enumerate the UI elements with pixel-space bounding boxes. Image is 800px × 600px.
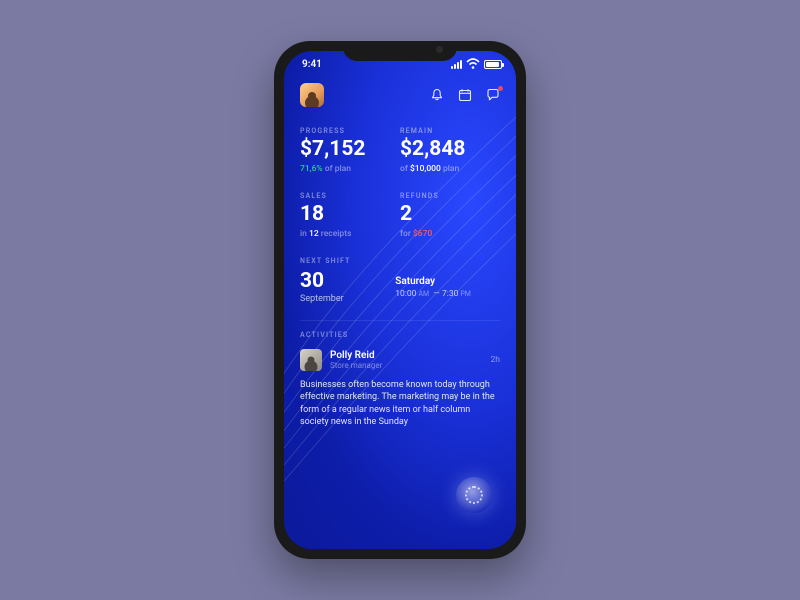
phone-frame: 9:41 <box>274 41 526 559</box>
activity-name: Polly Reid <box>330 350 382 361</box>
notification-dot <box>498 86 503 91</box>
shift-weekday: Saturday <box>395 276 500 287</box>
progress-label: PROGRESS <box>300 127 400 135</box>
refunds-sub: for $670 <box>400 229 500 239</box>
activity-role: Store manager <box>330 361 382 370</box>
top-bar <box>300 83 500 107</box>
calendar-icon[interactable] <box>458 88 472 102</box>
activity-item[interactable]: Polly Reid Store manager 2h Businesses o… <box>300 349 500 429</box>
notch <box>343 41 457 61</box>
signal-icon <box>451 60 462 69</box>
sales-card[interactable]: SALES 18 in 12 receipts <box>300 192 400 239</box>
activity-avatar[interactable] <box>300 349 322 371</box>
activities-header: ACTIVITIES <box>300 331 500 339</box>
shift-day: 30 <box>300 271 387 292</box>
progress-value: $7,152 <box>300 139 400 160</box>
progress-sub: 71,6% of plan <box>300 164 400 174</box>
remain-sub: of $10,000 plan <box>400 164 500 174</box>
shift-month: September <box>300 294 387 304</box>
next-shift-card[interactable]: NEXT SHIFT 30 September Saturday 10:00AM… <box>300 257 500 304</box>
sales-label: SALES <box>300 192 400 200</box>
divider <box>300 320 500 321</box>
bell-icon[interactable] <box>430 88 444 102</box>
shift-times: 10:00AM — 7:30PM <box>395 289 500 299</box>
refunds-label: REFUNDS <box>400 192 500 200</box>
sales-value: 18 <box>300 204 400 225</box>
sales-sub: in 12 receipts <box>300 229 400 239</box>
chat-icon[interactable] <box>486 88 500 102</box>
remain-card[interactable]: REMAIN $2,848 of $10,000 plan <box>400 127 500 174</box>
phone-screen: 9:41 <box>284 51 516 549</box>
refunds-value: 2 <box>400 204 500 225</box>
remain-value: $2,848 <box>400 139 500 160</box>
wifi-icon <box>466 57 480 71</box>
remain-label: REMAIN <box>400 127 500 135</box>
battery-icon <box>484 60 502 69</box>
shift-label: NEXT SHIFT <box>300 257 500 265</box>
progress-card[interactable]: PROGRESS $7,152 71,6% of plan <box>300 127 400 174</box>
avatar[interactable] <box>300 83 324 107</box>
activity-body: Businesses often become known today thro… <box>300 379 500 429</box>
refunds-card[interactable]: REFUNDS 2 for $670 <box>400 192 500 239</box>
clock: 9:41 <box>302 59 322 70</box>
activity-time: 2h <box>491 355 500 365</box>
